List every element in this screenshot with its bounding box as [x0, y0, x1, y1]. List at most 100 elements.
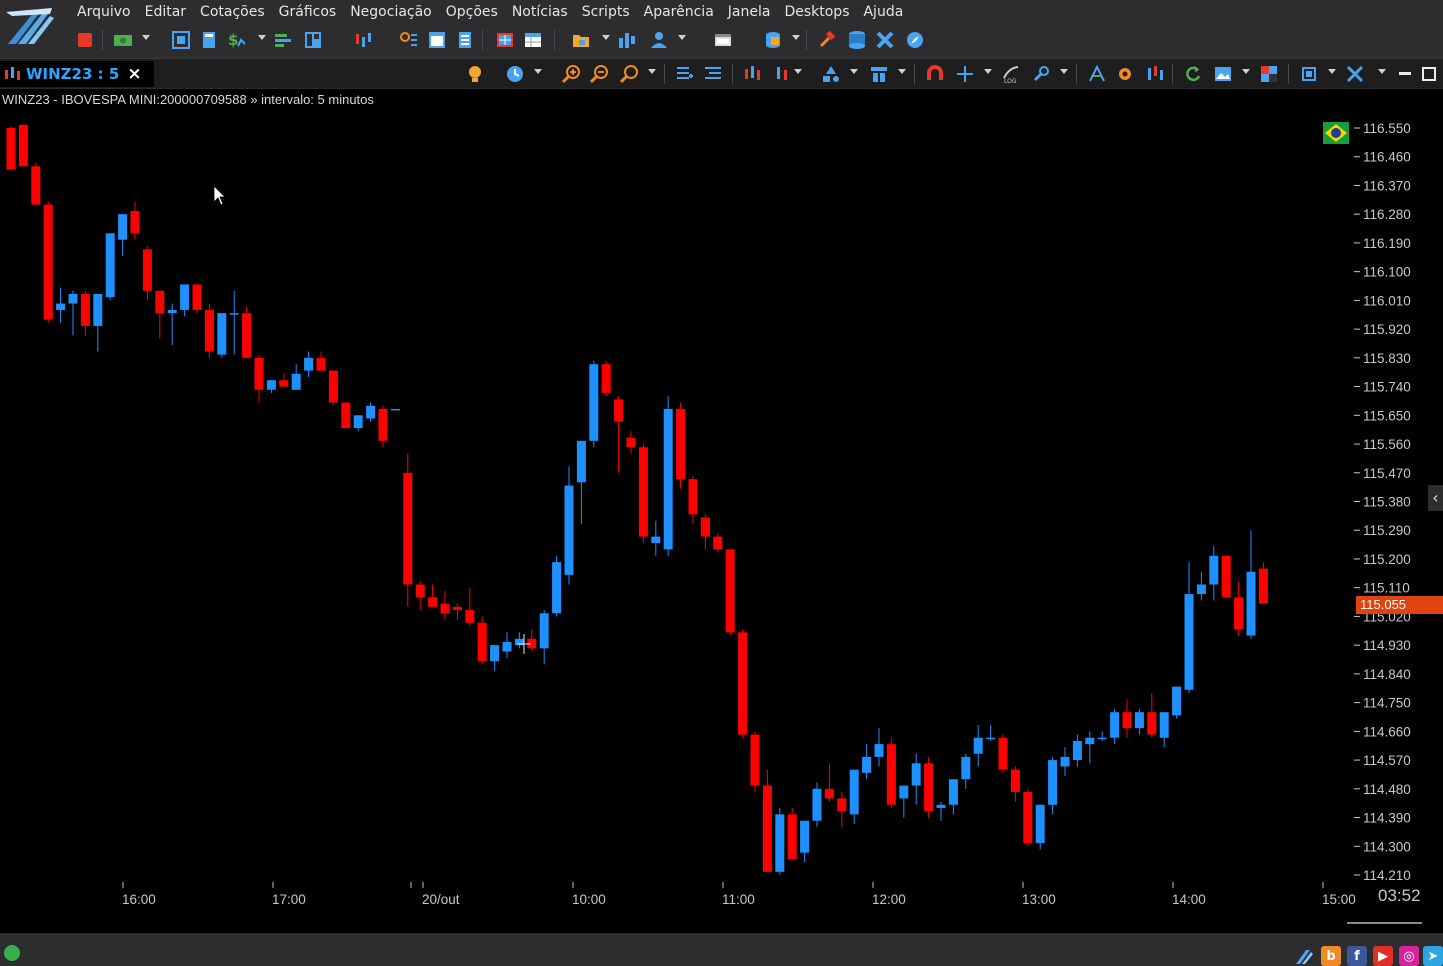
magnet-icon[interactable] — [924, 63, 946, 85]
times-trades-icon[interactable] — [352, 29, 374, 51]
candle-body — [1172, 686, 1182, 716]
candle-body — [1110, 712, 1120, 738]
folder-icon[interactable] — [570, 29, 592, 51]
chevron-down-icon[interactable] — [602, 35, 610, 40]
menu-desktops[interactable]: Desktops — [777, 0, 856, 24]
chevron-down-icon[interactable] — [534, 69, 542, 74]
user-icon[interactable] — [648, 29, 670, 51]
quote-board-icon[interactable] — [170, 29, 192, 51]
fit-screen-icon[interactable] — [1298, 63, 1320, 85]
chevron-down-icon[interactable] — [794, 69, 802, 74]
tab-chart-winz23[interactable]: WINZ23 : 5 × — [0, 61, 154, 87]
money-icon[interactable] — [112, 29, 134, 51]
chevron-down-icon[interactable] — [1328, 69, 1336, 74]
zoom-in-icon[interactable] — [560, 63, 582, 85]
chevron-down-icon[interactable] — [984, 69, 992, 74]
layout-icon[interactable] — [302, 29, 324, 51]
spreadsheet-icon[interactable] — [522, 29, 544, 51]
candle-body — [1184, 594, 1194, 690]
add-indicator-icon[interactable] — [674, 63, 696, 85]
magnifier-icon[interactable] — [618, 63, 640, 85]
grid-table-icon[interactable] — [494, 29, 516, 51]
tile-windows-icon[interactable] — [1344, 63, 1366, 85]
indicator-list-icon[interactable] — [702, 63, 724, 85]
lightbulb-icon[interactable] — [464, 63, 486, 85]
menu-scripts[interactable]: Scripts — [575, 0, 637, 24]
color-scheme-icon[interactable] — [1258, 63, 1280, 85]
plugin-icon[interactable] — [874, 29, 896, 51]
chevron-down-icon[interactable] — [792, 35, 800, 40]
menu-arquivo[interactable]: Arquivo — [70, 0, 138, 24]
menu-ajuda[interactable]: Ajuda — [856, 0, 910, 24]
chevron-down-icon[interactable] — [678, 35, 686, 40]
shapes-icon[interactable] — [820, 63, 842, 85]
menu-cotacoes[interactable]: Cotações — [193, 0, 272, 24]
instagram-icon[interactable]: ◎ — [1399, 946, 1419, 966]
candle-body — [465, 610, 475, 623]
candle-body — [1147, 712, 1157, 735]
database-icon[interactable] — [762, 29, 784, 51]
chevron-down-icon[interactable] — [850, 69, 858, 74]
chart-window[interactable]: 116.550 116.460 116.370 116.280 116.190 116.1… — [0, 88, 1443, 933]
hammer-icon[interactable] — [816, 29, 838, 51]
compass-icon[interactable] — [904, 29, 926, 51]
menu-graficos[interactable]: Gráficos — [272, 0, 344, 24]
menu-opcoes[interactable]: Opções — [439, 0, 505, 24]
candle-body — [973, 737, 983, 754]
chevron-down-icon[interactable] — [258, 35, 266, 40]
telegram-icon[interactable]: ➤ — [1423, 946, 1443, 966]
candlestick-chart[interactable]: 116.550 116.460 116.370 116.280 116.190 116.1… — [0, 89, 1443, 934]
chevron-down-icon[interactable] — [1060, 69, 1068, 74]
horizontal-scrollbar[interactable] — [1347, 922, 1422, 924]
y-axis-label: 114.840 — [1363, 667, 1411, 682]
app-logo-small-icon[interactable] — [1294, 946, 1314, 966]
maximize-icon[interactable] — [1418, 63, 1440, 85]
dollar-chart-icon[interactable]: $ — [226, 29, 248, 51]
menu-negociacao[interactable]: Negociação — [343, 0, 439, 24]
document-icon[interactable] — [454, 29, 476, 51]
window-icon[interactable] — [426, 29, 448, 51]
study-icon[interactable] — [772, 63, 794, 85]
toolbar-separator — [102, 30, 103, 50]
crosshair-icon[interactable] — [954, 63, 976, 85]
wrench-icon[interactable] — [1030, 63, 1052, 85]
terminal-icon[interactable] — [712, 29, 734, 51]
template-icon[interactable] — [868, 63, 890, 85]
log-scale-icon[interactable]: LOG — [1000, 63, 1022, 85]
minimize-icon[interactable] — [1394, 63, 1416, 85]
settings-gear-icon[interactable] — [1114, 63, 1136, 85]
menu-janela[interactable]: Janela — [721, 0, 778, 24]
image-icon[interactable] — [1212, 63, 1234, 85]
menu-editar[interactable]: Editar — [138, 0, 193, 24]
chevron-left-icon[interactable]: ‹ — [1428, 485, 1443, 511]
bar-chart-icon[interactable] — [616, 29, 638, 51]
clock-icon[interactable] — [504, 63, 526, 85]
chevron-down-icon[interactable] — [648, 69, 656, 74]
zoom-out-icon[interactable] — [588, 63, 610, 85]
chevron-down-icon[interactable] — [898, 69, 906, 74]
blog-icon[interactable]: b — [1321, 946, 1341, 966]
book-icon[interactable] — [272, 29, 294, 51]
close-icon[interactable]: × — [127, 64, 141, 84]
x-axis-label: 13:00 — [1022, 892, 1056, 907]
x-axis-label: 10:00 — [572, 892, 606, 907]
stop-icon[interactable] — [74, 29, 96, 51]
strategy-icon[interactable] — [1144, 63, 1166, 85]
chevron-down-icon[interactable] — [1242, 69, 1250, 74]
storage-icon[interactable] — [846, 29, 868, 51]
candlestick-type-icon[interactable] — [742, 63, 764, 85]
menu-noticias[interactable]: Notícias — [505, 0, 575, 24]
y-axis-label: 116.190 — [1363, 236, 1411, 251]
filter-list-icon[interactable] — [398, 29, 420, 51]
chevron-down-icon[interactable] — [142, 35, 150, 40]
refresh-icon[interactable] — [1182, 63, 1204, 85]
youtube-icon[interactable]: ▶ — [1373, 946, 1393, 966]
main-toolbar: $ — [70, 27, 1370, 53]
chevron-down-icon[interactable] — [1378, 69, 1386, 74]
candle-body — [663, 408, 673, 550]
text-tool-icon[interactable] — [1086, 63, 1108, 85]
tab-label: WINZ23 : 5 — [26, 65, 120, 83]
facebook-icon[interactable]: f — [1347, 946, 1367, 966]
calculator-icon[interactable] — [198, 29, 220, 51]
menu-aparencia[interactable]: Aparência — [637, 0, 721, 24]
